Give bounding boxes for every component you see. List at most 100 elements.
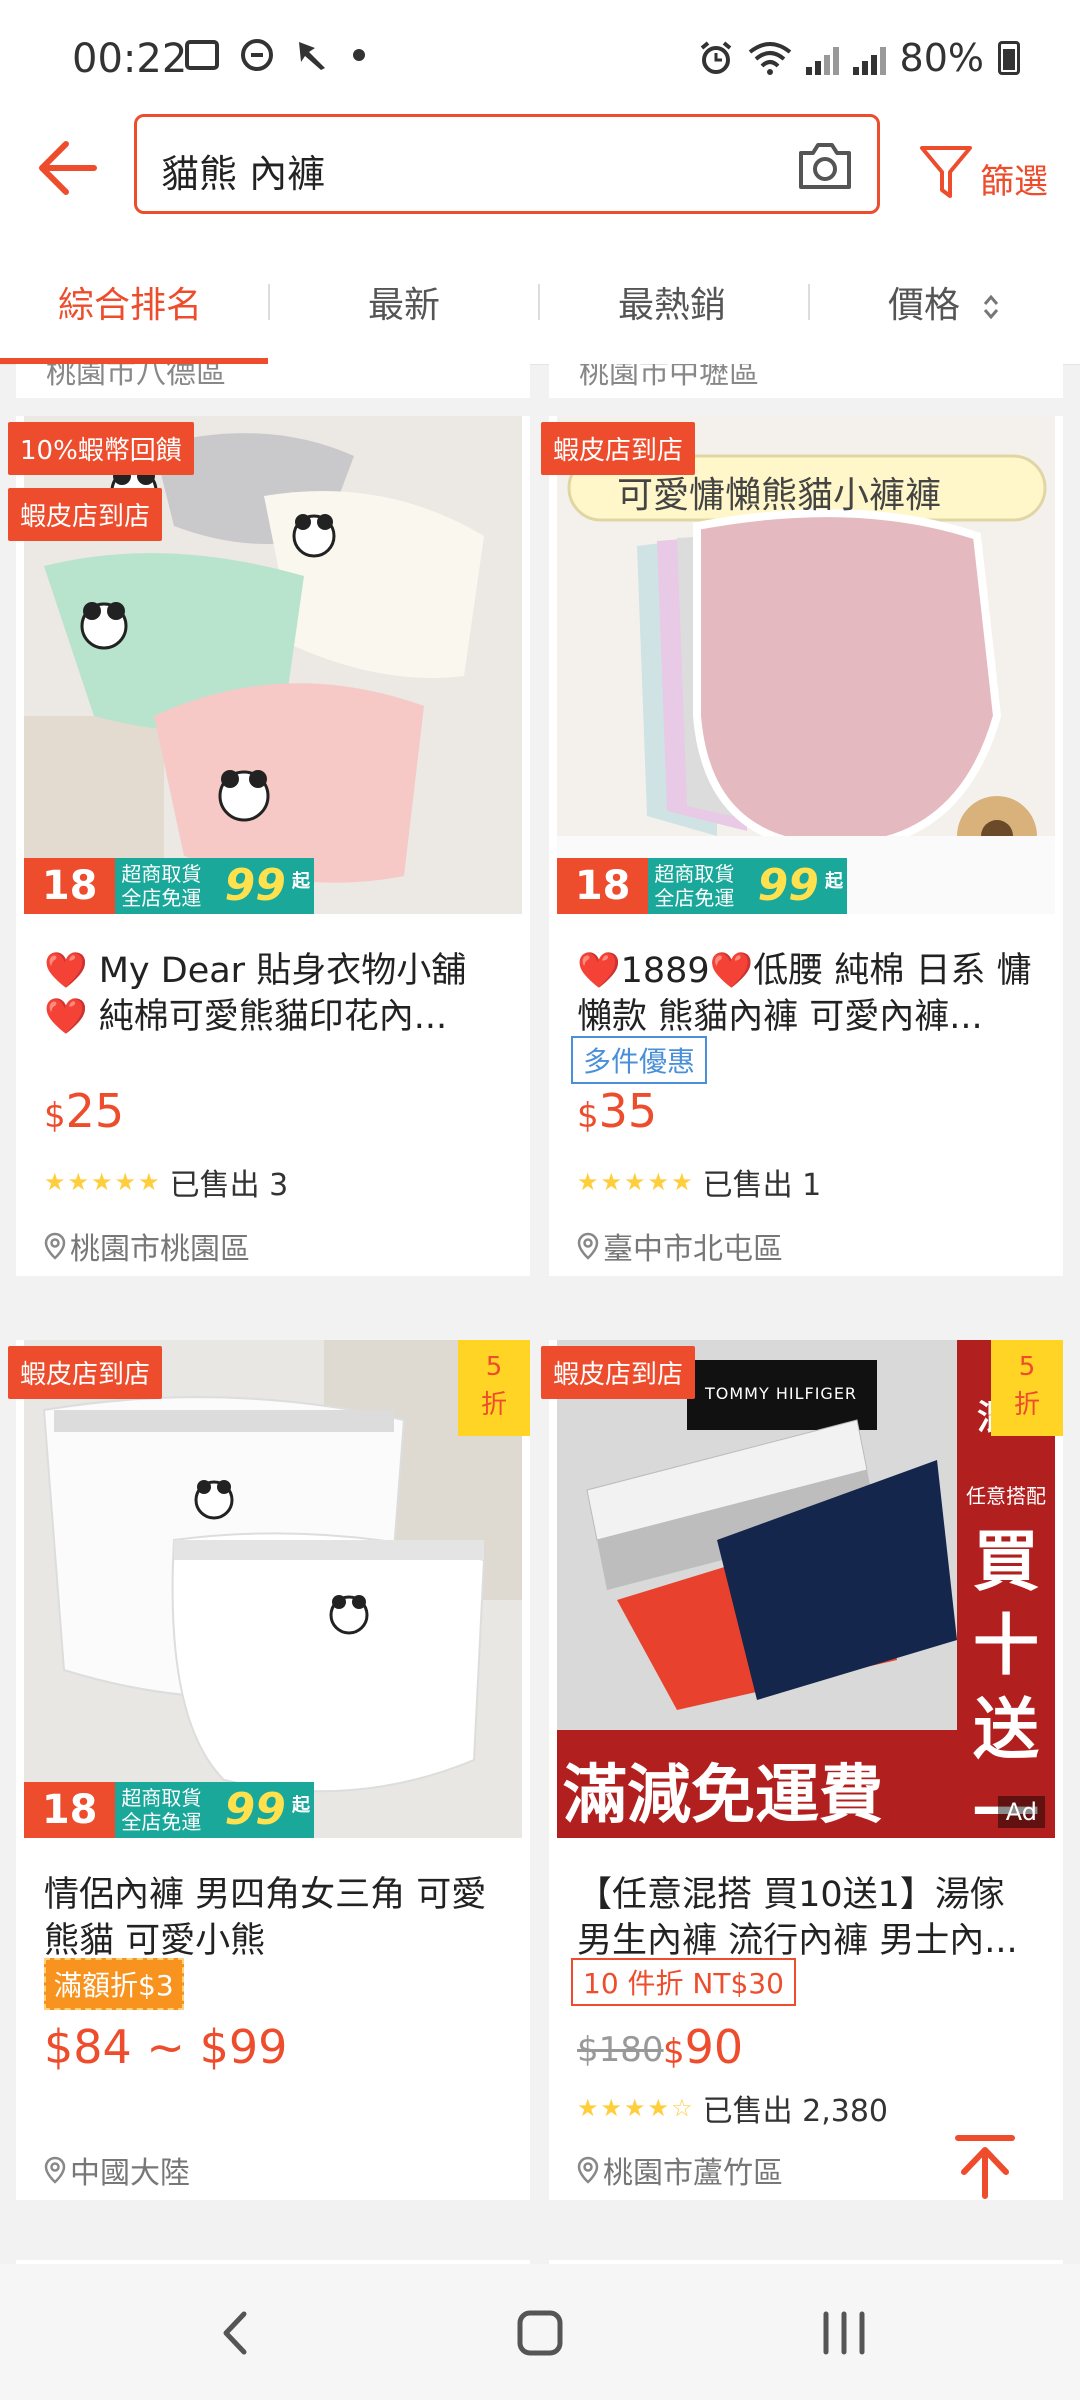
chevron-left-icon: [223, 2311, 247, 2355]
promo-shipping: 超商取貨 全店免運: [115, 858, 225, 914]
partial-card-left[interactable]: 桃園市八德區: [16, 364, 530, 398]
alarm-icon: [700, 41, 731, 74]
sort-arrows-icon: [984, 294, 999, 320]
battery-icon: [998, 41, 1020, 75]
image-brand: TOMMY HILFIGER: [705, 1384, 858, 1403]
promo-strip: 18號 超商取貨 全店免運 99 起: [24, 858, 314, 914]
promo-line: 全店免運: [654, 886, 735, 910]
location-row: 中國大陸: [44, 2148, 190, 2192]
promo-line: 超商取貨: [121, 862, 202, 886]
promo-big: 99: [757, 860, 819, 911]
status-notifications: [185, 38, 365, 72]
price-value: 90: [684, 2020, 744, 2074]
product-grid: 桃園市八德區 桃園市中壢區 18號 超商取貨 全店免運: [0, 364, 1080, 2264]
promo-big: 99: [224, 860, 286, 911]
back-to-top-button[interactable]: [952, 2132, 1018, 2202]
sort-tabs: 綜合排名 最新 最熱銷 價格: [0, 240, 1080, 365]
battery-percent: 80%: [899, 36, 984, 80]
tab-relevance[interactable]: 綜合排名: [58, 276, 202, 328]
promo-label: 18號: [24, 858, 116, 914]
product-card[interactable]: 18號 超商取貨 全店免運 99 起 蝦皮店到店 5 折 情侶內褲 男四角女三角…: [8, 1340, 530, 2200]
rating-row: ★★★★☆ 已售出 2,380: [577, 2086, 888, 2130]
tab-divider: [808, 284, 810, 320]
location-pin-icon: [577, 2156, 599, 2184]
discount-unit: 折: [480, 1390, 507, 1420]
product-price: $35: [577, 1084, 657, 1138]
sold-count: 已售出 2,380: [702, 2094, 888, 2129]
discount-value: 5: [1018, 1352, 1036, 1382]
promo-suffix: 起: [292, 1795, 310, 1816]
wifi-icon: [748, 42, 791, 75]
app-notification-icon: [299, 42, 325, 70]
price-value: 25: [65, 1084, 125, 1138]
search-query[interactable]: 貓熊 內褲: [161, 143, 325, 198]
back-arrow-icon: [39, 141, 97, 195]
camera-search-button[interactable]: [795, 137, 855, 193]
image-side-top: 任意搭配: [966, 1484, 1046, 1508]
tab-top-sales[interactable]: 最熱銷: [618, 276, 726, 328]
promo-line: 全店免運: [121, 886, 202, 910]
signal-2-icon: [852, 41, 886, 75]
discount-value: 5: [485, 1352, 503, 1382]
camera-icon: [799, 143, 851, 189]
star-rating-icon: ★★★★☆: [577, 2094, 695, 2122]
location-row: 桃園市桃園區: [44, 1224, 250, 1268]
location-pin-icon: [44, 1232, 66, 1260]
product-title: ❤️ My Dear 貼身衣物小舖❤️ 純棉可愛熊貓印花內...: [44, 951, 467, 1037]
location-text: 中國大陸: [70, 2156, 190, 2191]
location-text: 臺中市北屯區: [603, 1232, 783, 1267]
store-pickup-badge: 蝦皮店到店: [8, 1346, 163, 1399]
tab-latest[interactable]: 最新: [368, 276, 440, 328]
nav-back-button[interactable]: [208, 2308, 268, 2358]
funnel-icon: [920, 146, 972, 198]
filter-button[interactable]: 篩選: [918, 132, 1068, 212]
product-card[interactable]: TOMMY HILFIGER 滿減免運費 任意搭配 買十送一 混搭 Ad 蝦皮店…: [541, 1340, 1063, 2200]
promo-line: 全店免運: [121, 1810, 202, 1834]
currency: $: [663, 2032, 685, 2072]
store-pickup-badge: 蝦皮店到店: [541, 422, 696, 475]
status-bar: 00:22 80%: [0, 0, 1080, 110]
location-pin-icon: [577, 1232, 599, 1260]
location-text: 桃園市蘆竹區: [603, 2156, 783, 2191]
product-title: 【任意混搭 買10送1】湯傢 男生內褲 流行內褲 男士內...: [577, 1875, 1018, 1961]
gallery-icon: [185, 40, 219, 70]
spend-discount-tag: 滿額折$3: [44, 1958, 184, 2010]
location-row: 桃園市蘆竹區: [577, 2148, 783, 2192]
partial-card-right[interactable]: 桃園市中壢區: [549, 364, 1063, 398]
home-square-icon: [517, 2310, 563, 2356]
promo-price: 99 起: [224, 1782, 314, 1838]
discount-tag: 5 折: [458, 1340, 530, 1436]
promo-line: 超商取貨: [654, 862, 735, 886]
promo-shipping: 超商取貨 全店免運: [115, 1782, 225, 1838]
currency: $: [577, 1096, 599, 1136]
promo-label: 18號: [24, 1782, 116, 1838]
original-price: $180: [577, 2030, 664, 2070]
product-price: $84 ~ $99: [44, 2020, 288, 2074]
nav-recents-button[interactable]: [814, 2308, 874, 2358]
location-pin-icon: [44, 2156, 66, 2184]
multi-buy-tag: 多件優惠: [571, 1036, 708, 1084]
discount-unit: 折: [1013, 1390, 1040, 1420]
partial-location: 桃園市八德區: [46, 364, 226, 391]
tab-divider: [538, 284, 540, 320]
product-title: 情侶內褲 男四角女三角 可愛熊貓 可愛小熊: [44, 1875, 487, 1961]
promo-price: 99 起: [757, 858, 847, 914]
more-notifications-icon: [353, 49, 365, 61]
search-input[interactable]: 貓熊 內褲: [134, 114, 880, 214]
product-price: $25: [44, 1084, 124, 1138]
product-title: ❤️1889❤️低腰 純棉 日系 慵懶款 熊貓內褲 可愛內褲...: [577, 951, 1032, 1037]
tab-price[interactable]: 價格: [888, 276, 1001, 328]
star-rating-icon: ★★★★★: [44, 1168, 162, 1196]
promo-suffix: 起: [825, 871, 843, 892]
store-pickup-badge: 蝦皮店到店: [8, 488, 163, 541]
arrow-up-icon: [955, 2135, 1015, 2199]
promo-strip: 18號 超商取貨 全店免運 99 起: [557, 858, 847, 914]
back-button[interactable]: [28, 128, 108, 208]
search-header: 貓熊 內褲 篩選: [0, 110, 1080, 240]
product-card[interactable]: 18號 超商取貨 全店免運 99 起 10%蝦幣回饋 蝦皮店到店 ❤️ My D…: [8, 416, 530, 1276]
sold-count: 已售出 3: [169, 1168, 289, 1203]
promo-line: 超商取貨: [121, 1786, 202, 1810]
product-card[interactable]: 可愛慵懶熊貓小褲褲 18號 超商取貨 全店免運 99 起 蝦皮店到店 ❤️188…: [541, 416, 1063, 1276]
product-image: TOMMY HILFIGER 滿減免運費 任意搭配 買十送一 混搭 Ad: [557, 1340, 1055, 1838]
nav-home-button[interactable]: [510, 2308, 570, 2358]
